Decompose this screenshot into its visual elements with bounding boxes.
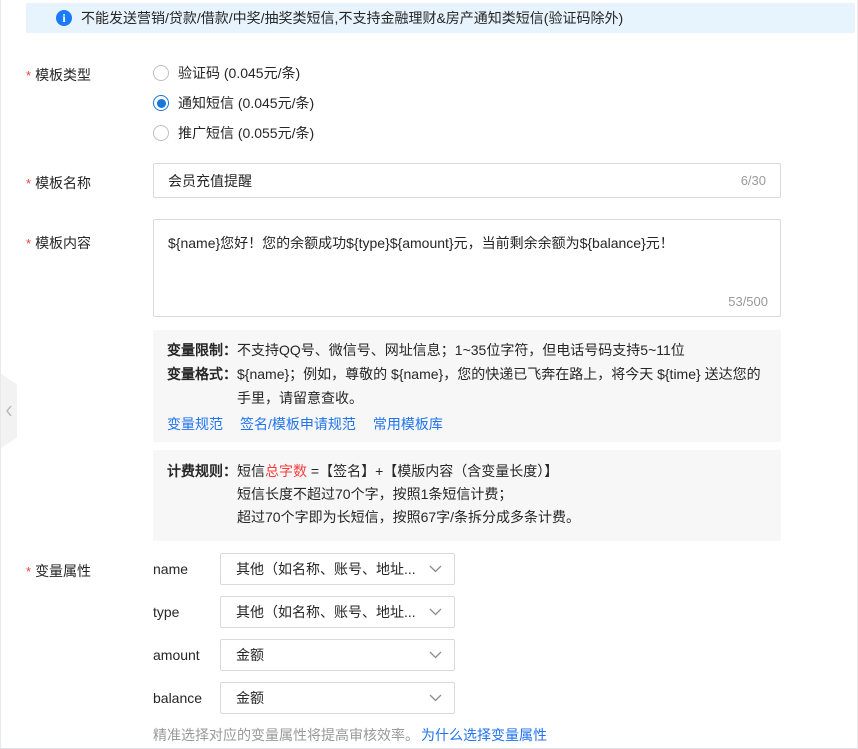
var-type-label: type	[153, 604, 220, 620]
var-row-balance: balance 金额	[153, 682, 547, 714]
radio-icon	[153, 95, 169, 111]
var-balance-label: balance	[153, 690, 220, 706]
chevron-down-icon	[429, 651, 442, 659]
var-row-type: type 其他（如名称、账号、地址...	[153, 596, 547, 628]
var-name-select[interactable]: 其他（如名称、账号、地址...	[220, 553, 455, 585]
content-char-counter: 53/500	[728, 294, 768, 309]
spacer	[1, 450, 153, 541]
required-asterisk: *	[26, 176, 31, 191]
template-content-label: *模板内容	[1, 219, 153, 317]
billing-rule-line-1: 计费规则： 短信总字数 =【签名】+【模版内容（含变量长度）】	[167, 460, 767, 483]
variable-limit-text: 不支持QQ号、微信号、网址信息；1~35位字符，但电话号码支持5~11位	[237, 338, 685, 362]
var-row-amount: amount 金额	[153, 639, 547, 671]
var-amount-select[interactable]: 金额	[220, 639, 455, 671]
template-content-textarea[interactable]: ${name}您好！您的余额成功${type}${amount}元，当前剩余余额…	[168, 232, 766, 288]
radio-notification-sms[interactable]: 通知短信 (0.045元/条)	[153, 92, 314, 114]
template-form: *模板类型 验证码 (0.045元/条) 通知短信 (0.045元/条) 推广短…	[1, 33, 857, 745]
template-name-label: *模板名称	[1, 163, 153, 198]
required-asterisk: *	[26, 236, 31, 251]
radio-promotion-sms[interactable]: 推广短信 (0.055元/条)	[153, 122, 314, 144]
chevron-down-icon	[429, 565, 442, 573]
billing-rules-label: 计费规则：	[167, 460, 237, 483]
var-name-label: name	[153, 561, 220, 577]
link-variable-spec[interactable]: 变量规范	[167, 412, 223, 434]
billing-rules-box: 计费规则： 短信总字数 =【签名】+【模版内容（含变量长度）】 计费规则： 短信…	[153, 450, 781, 541]
attr-hint: 精准选择对应的变量属性将提高审核效率。为什么选择变量属性	[153, 725, 547, 745]
template-type-label: *模板类型	[1, 62, 153, 144]
template-name-row: *模板名称 6/30	[1, 163, 857, 198]
variable-attrs-list: name 其他（如名称、账号、地址... type 其他（如名称、账号、地址..…	[153, 553, 547, 745]
info-banner: i 不能发送营销/贷款/借款/中奖/抽奖类短信,不支持金融理财&房产通知类短信(…	[26, 3, 855, 33]
var-type-select[interactable]: 其他（如名称、账号、地址...	[220, 596, 455, 628]
radio-icon	[153, 125, 169, 141]
chevron-left-icon	[5, 405, 13, 417]
billing-rule-line-3: 计费规则： 超过70个字即为长短信，按照67字/条拆分成多条计费。	[167, 506, 767, 529]
template-type-radio-group: 验证码 (0.045元/条) 通知短信 (0.045元/条) 推广短信 (0.0…	[153, 62, 314, 144]
variable-limit-line: 变量限制： 不支持QQ号、微信号、网址信息；1~35位字符，但电话号码支持5~1…	[167, 338, 767, 362]
var-balance-select[interactable]: 金额	[220, 682, 455, 714]
chevron-down-icon	[429, 608, 442, 616]
variable-tips-row: 变量限制： 不支持QQ号、微信号、网址信息；1~35位字符，但电话号码支持5~1…	[1, 330, 857, 442]
banner-text: 不能发送营销/贷款/借款/中奖/抽奖类短信,不支持金融理财&房产通知类短信(验证…	[81, 8, 623, 28]
info-icon: i	[56, 10, 72, 26]
radio-icon	[153, 65, 169, 81]
chevron-down-icon	[429, 694, 442, 702]
link-why-variable-attrs[interactable]: 为什么选择变量属性	[421, 727, 547, 743]
panel-collapse-handle[interactable]	[1, 374, 17, 448]
billing-rule-text: 短信总字数 =【签名】+【模版内容（含变量长度）】	[237, 460, 558, 483]
radio-verification-code[interactable]: 验证码 (0.045元/条)	[153, 62, 314, 84]
variable-attrs-row: *变量属性 name 其他（如名称、账号、地址... type 其他（如名称、账…	[1, 553, 857, 745]
variable-limit-label: 变量限制：	[167, 338, 237, 362]
tip-links: 变量规范 签名/模板申请规范 常用模板库	[167, 412, 767, 434]
variable-format-line: 变量格式： ${name}；例如，尊敬的 ${name}，您的快递已飞奔在路上，…	[167, 362, 767, 410]
required-asterisk: *	[26, 564, 31, 579]
template-type-row: *模板类型 验证码 (0.045元/条) 通知短信 (0.045元/条) 推广短…	[1, 62, 857, 144]
billing-rule-line-2: 计费规则： 短信长度不超过70个字，按照1条短信计费；	[167, 483, 767, 506]
billing-rules-row: 计费规则： 短信总字数 =【签名】+【模版内容（含变量长度）】 计费规则： 短信…	[1, 450, 857, 541]
link-signature-template-spec[interactable]: 签名/模板申请规范	[240, 412, 356, 434]
total-chars-highlight: 总字数	[265, 463, 307, 479]
spacer	[1, 330, 153, 442]
variable-tips-box: 变量限制： 不支持QQ号、微信号、网址信息；1~35位字符，但电话号码支持5~1…	[153, 330, 781, 442]
radio-label: 验证码 (0.045元/条)	[178, 63, 300, 83]
template-name-input[interactable]	[168, 173, 741, 189]
template-content-row: *模板内容 ${name}您好！您的余额成功${type}${amount}元，…	[1, 219, 857, 317]
sms-template-form-page: i 不能发送营销/贷款/借款/中奖/抽奖类短信,不支持金融理财&房产通知类短信(…	[0, 0, 858, 749]
radio-label: 推广短信 (0.055元/条)	[178, 123, 314, 143]
name-char-counter: 6/30	[741, 173, 766, 188]
variable-attrs-label: *变量属性	[1, 553, 153, 745]
radio-label: 通知短信 (0.045元/条)	[178, 93, 314, 113]
required-asterisk: *	[26, 68, 31, 83]
variable-format-text: ${name}；例如，尊敬的 ${name}，您的快递已飞奔在路上，将今天 ${…	[237, 362, 767, 410]
template-content-field: ${name}您好！您的余额成功${type}${amount}元，当前剩余余额…	[153, 219, 781, 317]
template-name-field: 6/30	[153, 163, 781, 198]
var-row-name: name 其他（如名称、账号、地址...	[153, 553, 547, 585]
link-common-template-library[interactable]: 常用模板库	[373, 412, 443, 434]
variable-format-label: 变量格式：	[167, 362, 237, 386]
var-amount-label: amount	[153, 647, 220, 663]
